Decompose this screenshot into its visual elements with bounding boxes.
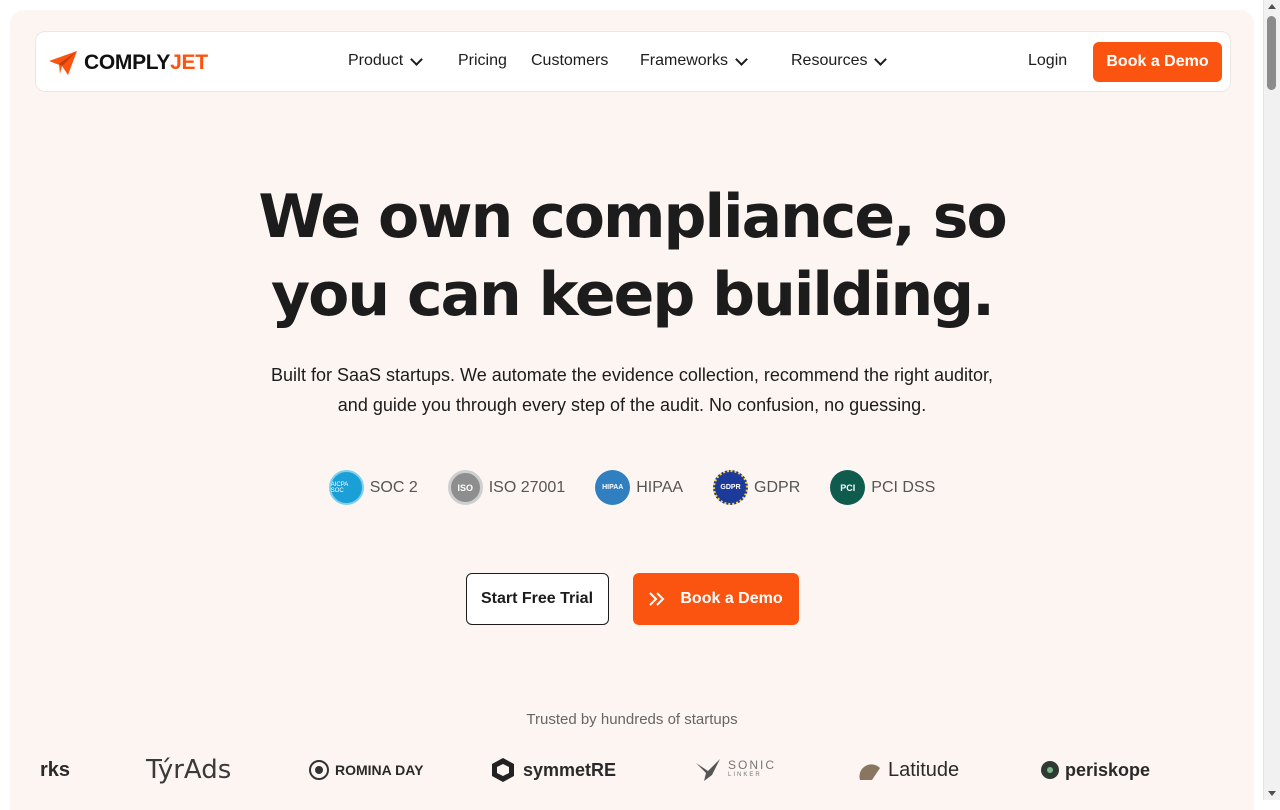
nav-pricing[interactable]: Pricing bbox=[458, 52, 507, 70]
framework-badge-soc2: AICPA SOC SOC 2 bbox=[328, 470, 418, 505]
nav-label: Customers bbox=[531, 52, 609, 69]
sonic-bird-icon bbox=[696, 759, 720, 781]
romina-day-icon bbox=[309, 760, 329, 780]
customer-logo-tyrads: TýrAds bbox=[146, 755, 232, 785]
hipaa-icon: HIPAA bbox=[595, 470, 631, 505]
subtext-line-2: and guide you through every step of the … bbox=[337, 395, 927, 415]
nav-product[interactable]: Product bbox=[348, 52, 424, 70]
headline-line-1: We own compliance, so bbox=[258, 182, 1007, 252]
customer-logo-periskope: periskope bbox=[1041, 752, 1150, 788]
button-label: Book a Demo bbox=[680, 590, 783, 607]
iso-icon: ISO bbox=[447, 470, 483, 505]
latitude-icon bbox=[859, 764, 880, 780]
customer-logo-romina-day: ROMINA DAY bbox=[309, 752, 423, 788]
customer-logo-symmetre: symmetRE bbox=[489, 752, 616, 788]
gdpr-icon: GDPR bbox=[713, 470, 749, 505]
nav-label: Resources bbox=[791, 52, 868, 69]
badge-label: GDPR bbox=[754, 478, 801, 496]
framework-badge-hipaa: HIPAA HIPAA bbox=[595, 470, 683, 505]
nav-label: Frameworks bbox=[640, 52, 729, 69]
nav-book-demo-button[interactable]: Book a Demo bbox=[1093, 42, 1222, 82]
scroll-up-arrow-icon[interactable] bbox=[1268, 4, 1276, 9]
scrollbar-thumb[interactable] bbox=[1267, 16, 1276, 90]
framework-badge-pci: PCI PCI DSS bbox=[830, 470, 935, 505]
hero-subtext: Built for SaaS startups. We automate the… bbox=[0, 360, 1264, 420]
periskope-icon bbox=[1041, 761, 1059, 779]
hero-book-demo-button[interactable]: Book a Demo bbox=[632, 573, 799, 625]
badge-label: PCI DSS bbox=[871, 478, 936, 496]
framework-badge-gdpr: GDPR GDPR bbox=[713, 470, 800, 505]
double-chevron-right-icon bbox=[649, 592, 665, 606]
customer-logo-sonic-linker: SONIC LINKER bbox=[694, 752, 776, 788]
subtext-line-1: Built for SaaS startups. We automate the… bbox=[270, 365, 994, 385]
brand-logo[interactable]: COMPLYJET bbox=[48, 50, 208, 76]
nav-label: Pricing bbox=[458, 52, 507, 69]
paper-plane-icon bbox=[49, 51, 77, 75]
nav-customers[interactable]: Customers bbox=[531, 52, 608, 70]
hero-cta-row: Start Free Trial Book a Demo bbox=[0, 573, 1264, 625]
badge-label: ISO 27001 bbox=[488, 478, 566, 496]
customer-logo-latitude: Latitude bbox=[858, 752, 959, 788]
customer-logo-partial: rks bbox=[40, 758, 71, 781]
headline-line-2: you can keep building. bbox=[271, 260, 995, 330]
trusted-caption: Trusted by hundreds of startups bbox=[526, 711, 738, 728]
customer-logo-strip: rks TýrAds ROMINA DAY symmetRE SONIC LIN… bbox=[0, 752, 1264, 792]
framework-badge-iso: ISO ISO 27001 bbox=[447, 470, 566, 505]
brand-wordmark: COMPLYJET bbox=[84, 51, 208, 74]
start-free-trial-button[interactable]: Start Free Trial bbox=[465, 573, 609, 625]
top-navbar: COMPLYJET Product Pricing Customers Fram… bbox=[35, 31, 1231, 92]
scroll-down-arrow-icon[interactable] bbox=[1268, 791, 1276, 796]
nav-frameworks[interactable]: Frameworks bbox=[640, 52, 748, 70]
badge-label: HIPAA bbox=[636, 478, 684, 496]
login-link[interactable]: Login bbox=[1028, 52, 1067, 70]
badge-label: SOC 2 bbox=[369, 478, 418, 496]
pci-icon: PCI bbox=[830, 470, 866, 505]
symmetre-icon bbox=[492, 758, 514, 782]
nav-label: Product bbox=[348, 52, 404, 69]
aicpa-soc-icon: AICPA SOC bbox=[328, 470, 364, 505]
page-scrollbar[interactable] bbox=[1263, 0, 1280, 800]
hero-headline: We own compliance, so you can keep build… bbox=[0, 178, 1264, 334]
framework-badges: AICPA SOC SOC 2 ISO ISO 27001 HIPAA HIPA… bbox=[0, 470, 1264, 505]
chevron-down-icon bbox=[410, 52, 424, 66]
nav-resources[interactable]: Resources bbox=[791, 52, 888, 70]
chevron-down-icon bbox=[874, 52, 888, 66]
chevron-down-icon bbox=[735, 52, 748, 66]
